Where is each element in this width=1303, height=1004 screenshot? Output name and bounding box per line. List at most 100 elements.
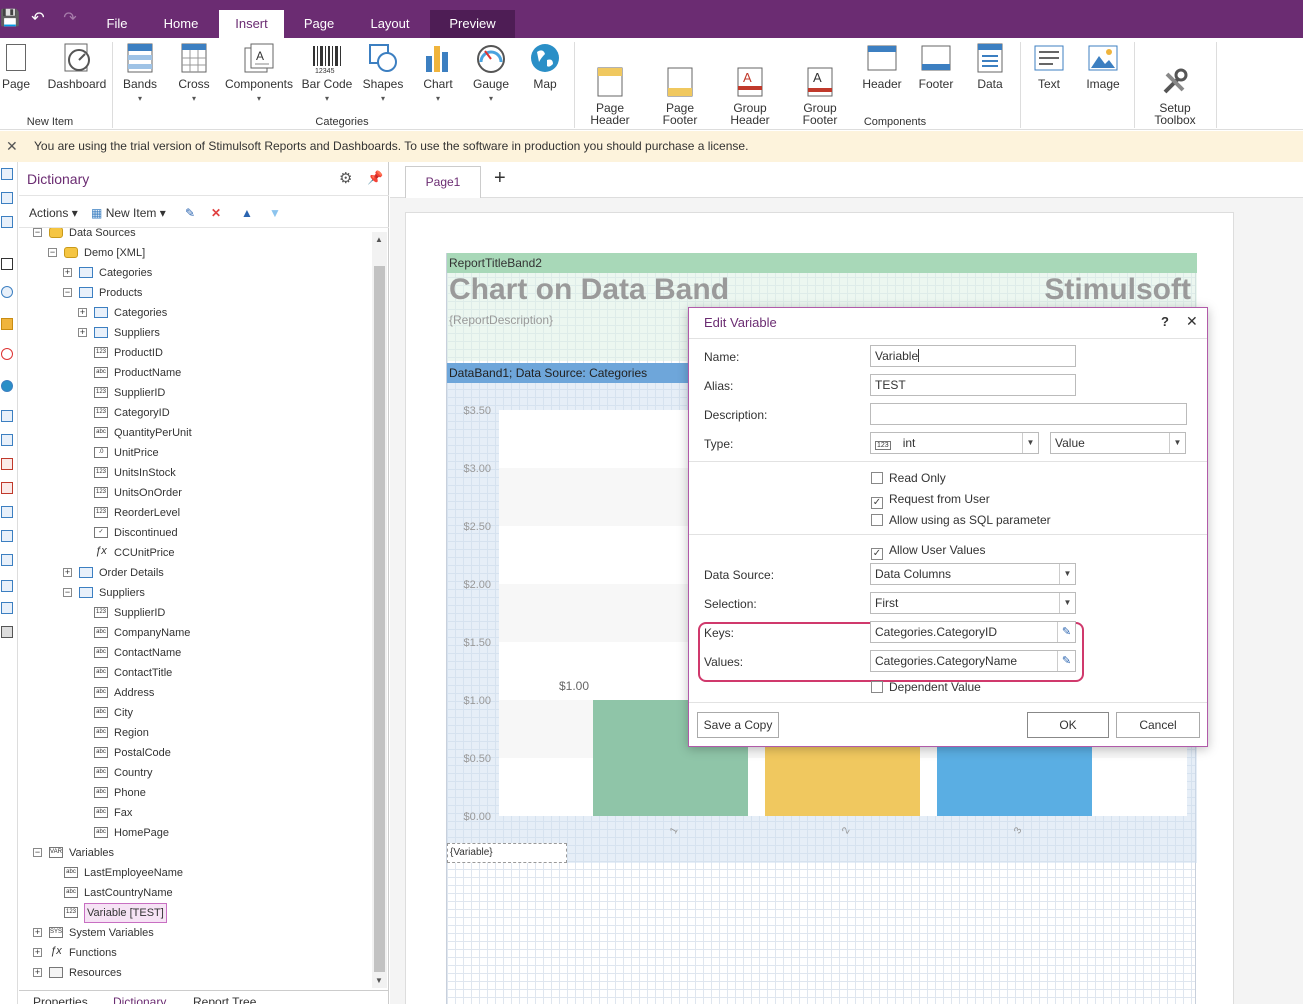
map-button[interactable]: Map: [526, 42, 564, 90]
page-button[interactable]: Page: [0, 42, 32, 90]
tree-item[interactable]: abc ProductName: [19, 364, 371, 382]
help-icon[interactable]: ?: [1161, 314, 1169, 329]
group-footer-tool-icon[interactable]: [1, 482, 13, 494]
tree-item[interactable]: + Order Details: [19, 564, 371, 582]
selection-select[interactable]: First ▼: [870, 592, 1076, 614]
alias-input[interactable]: TEST: [870, 374, 1076, 396]
tree-item[interactable]: abc Fax: [19, 804, 371, 822]
tab-page1[interactable]: Page1: [405, 166, 481, 198]
tree-item[interactable]: abc CompanyName: [19, 624, 371, 642]
expand-icon[interactable]: +: [78, 328, 87, 337]
edit-icon[interactable]: ✎: [185, 206, 195, 220]
tools-tool-icon[interactable]: [1, 626, 13, 638]
tree-item[interactable]: + ƒx Functions: [19, 944, 371, 962]
image-button[interactable]: Image: [1082, 42, 1124, 90]
tree-item[interactable]: 123 Variable [TEST]: [19, 903, 371, 923]
text-button[interactable]: Text: [1028, 42, 1070, 90]
save-icon[interactable]: 💾: [0, 9, 20, 29]
pin-icon[interactable]: 📌: [367, 170, 383, 186]
pencil-icon[interactable]: ✎: [1057, 622, 1075, 642]
tree-item[interactable]: − Data Sources: [19, 228, 371, 242]
tab-page[interactable]: Page: [290, 10, 348, 38]
undo-icon[interactable]: ↶: [28, 9, 48, 29]
group-header-tool-icon[interactable]: [1, 458, 13, 470]
keys-input[interactable]: Categories.CategoryID ✎: [870, 621, 1076, 643]
chart-tool-icon[interactable]: [1, 318, 13, 330]
scroll-up-icon[interactable]: ▲: [375, 235, 383, 244]
collapse-icon[interactable]: −: [63, 288, 72, 297]
chevron-down-icon[interactable]: ▼: [1169, 433, 1185, 453]
tree-item[interactable]: abc PostalCode: [19, 744, 371, 762]
barcode-tool-icon[interactable]: [1, 258, 13, 270]
tree-item[interactable]: 123 SupplierID: [19, 604, 371, 622]
redo-icon[interactable]: ↷: [60, 9, 80, 29]
name-input[interactable]: Variable: [870, 345, 1076, 367]
tab-file[interactable]: File: [94, 10, 140, 38]
footer-button[interactable]: Footer: [914, 42, 958, 90]
text-tool-icon[interactable]: [1, 580, 13, 592]
tree-item[interactable]: 123 CategoryID: [19, 404, 371, 422]
chevron-down-icon[interactable]: ▼: [1022, 433, 1038, 453]
tree-item[interactable]: + Suppliers: [19, 324, 371, 342]
tree-item[interactable]: abc LastCountryName: [19, 884, 371, 902]
cancel-button[interactable]: Cancel: [1116, 712, 1200, 738]
actions-menu[interactable]: Actions ▾: [29, 206, 78, 220]
tree-item[interactable]: .0 UnitPrice: [19, 444, 371, 462]
data-button[interactable]: Data: [970, 42, 1010, 90]
tree-item[interactable]: + Resources: [19, 964, 371, 982]
allow-sql-checkbox[interactable]: Allow using as SQL parameter: [871, 513, 1051, 527]
tab-report-tree[interactable]: Report Tree: [193, 995, 256, 1004]
move-down-icon[interactable]: ▼: [269, 206, 281, 220]
tree-item[interactable]: abc ContactName: [19, 644, 371, 662]
expand-icon[interactable]: +: [33, 928, 42, 937]
tree-item[interactable]: − Suppliers: [19, 584, 371, 602]
gear-icon[interactable]: ⚙: [339, 169, 352, 187]
tree-item[interactable]: abc City: [19, 704, 371, 722]
shapes-button[interactable]: Shapes ▾: [360, 42, 406, 105]
expand-icon[interactable]: +: [78, 308, 87, 317]
collapse-icon[interactable]: −: [63, 588, 72, 597]
expand-icon[interactable]: +: [33, 968, 42, 977]
page-header-tool-icon[interactable]: [1, 410, 13, 422]
tree-scrollbar[interactable]: ▲ ▼: [372, 232, 387, 988]
image-tool-icon[interactable]: [1, 602, 13, 614]
tree-item[interactable]: abc Country: [19, 764, 371, 782]
tree-item[interactable]: abc Region: [19, 724, 371, 742]
tab-home[interactable]: Home: [152, 10, 210, 38]
page-footer-tool-icon[interactable]: [1, 434, 13, 446]
group-footer-button[interactable]: A Group Footer: [796, 42, 844, 126]
tab-preview[interactable]: Preview: [430, 10, 515, 38]
tree-item[interactable]: 123 UnitsInStock: [19, 464, 371, 482]
data-tool-icon[interactable]: [1, 554, 13, 566]
tree-item[interactable]: ƒx CCUnitPrice: [19, 544, 371, 562]
tree-item[interactable]: 123 SupplierID: [19, 384, 371, 402]
group-header-button[interactable]: A Group Header: [726, 42, 774, 126]
band-icon[interactable]: [1, 168, 13, 180]
chevron-down-icon[interactable]: ▼: [1059, 564, 1075, 584]
tree-item[interactable]: abc LastEmployeeName: [19, 864, 371, 882]
tree-item[interactable]: + Categories: [19, 264, 371, 282]
tree-item[interactable]: abc Address: [19, 684, 371, 702]
data-source-select[interactable]: Data Columns ▼: [870, 563, 1076, 585]
tab-dictionary[interactable]: Dictionary: [113, 995, 166, 1004]
ok-button[interactable]: OK: [1027, 712, 1109, 738]
tree-item[interactable]: − Demo [XML]: [19, 244, 371, 262]
add-page-icon[interactable]: +: [494, 167, 506, 190]
setup-toolbox-button[interactable]: Setup Toolbox: [1148, 42, 1202, 126]
pencil-icon[interactable]: ✎: [1057, 651, 1075, 671]
tree-item[interactable]: − Products: [19, 284, 371, 302]
expand-icon[interactable]: +: [33, 948, 42, 957]
save-copy-button[interactable]: Save a Copy: [697, 712, 779, 738]
close-icon[interactable]: ✕: [1186, 313, 1198, 330]
collapse-icon[interactable]: −: [33, 848, 42, 857]
gauge-button[interactable]: Gauge ▾: [470, 42, 512, 105]
bands-button[interactable]: Bands ▾: [118, 42, 162, 105]
page-header-button[interactable]: Page Header: [586, 42, 634, 126]
shape-tool-icon[interactable]: [1, 286, 13, 298]
type-select[interactable]: 123 int ▼: [870, 432, 1039, 454]
header-tool-icon[interactable]: [1, 506, 13, 518]
chart-button[interactable]: Chart ▾: [418, 42, 458, 105]
map-tool-icon[interactable]: [1, 380, 13, 392]
delete-icon[interactable]: ✕: [211, 206, 221, 220]
tree-item[interactable]: − VAR Variables: [19, 844, 371, 862]
